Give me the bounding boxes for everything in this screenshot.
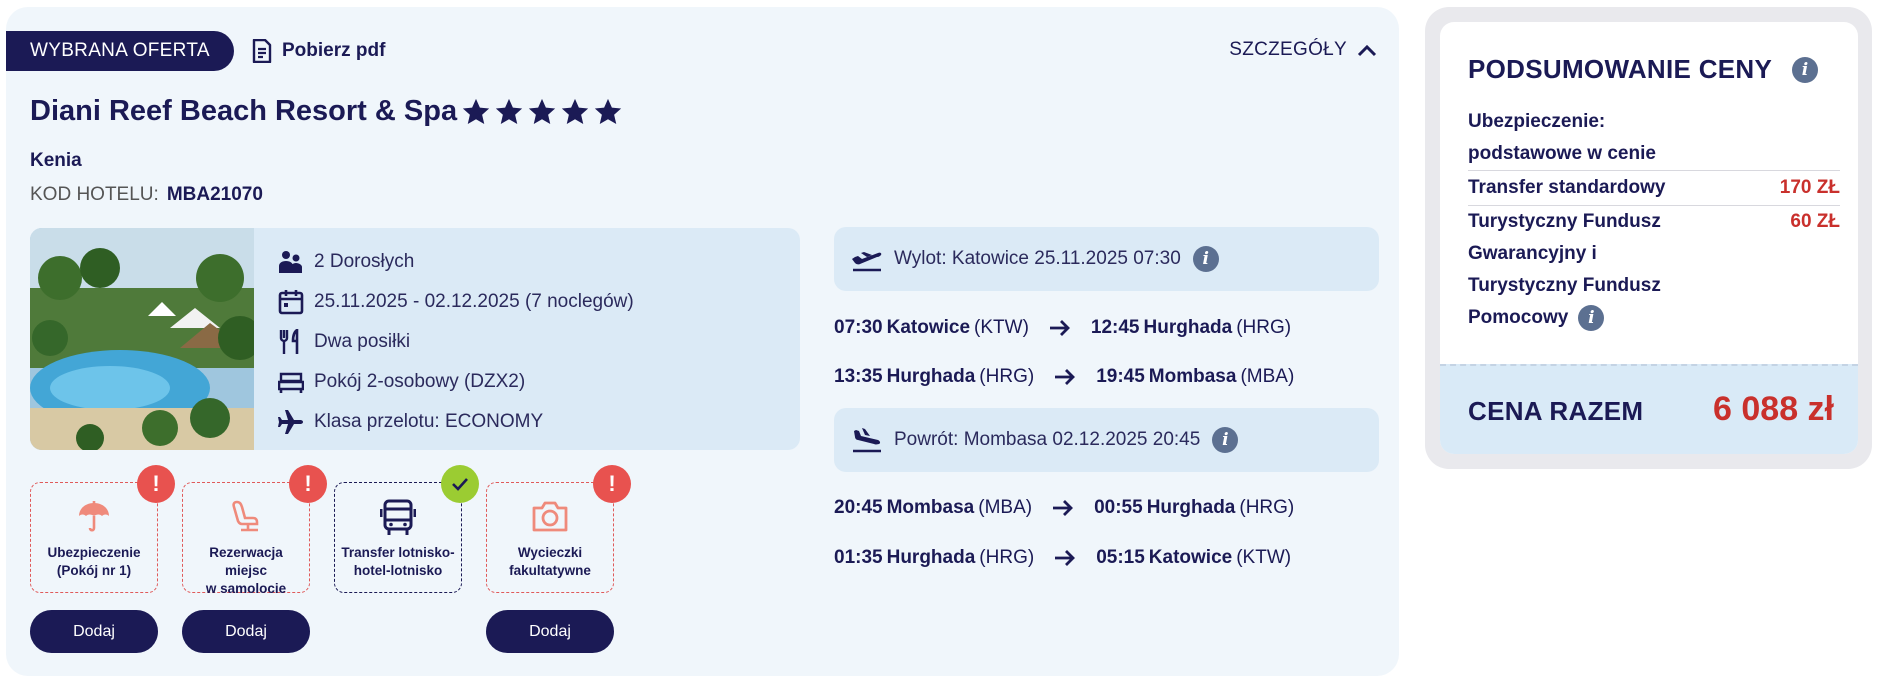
divider — [1468, 170, 1840, 171]
selected-offer-tag: WYBRANA OFERTA — [6, 31, 234, 71]
return-leg-2: 01:35 Hurghada (HRG) 05:15 Katowice (KTW) — [834, 547, 1292, 568]
seat-icon — [232, 500, 259, 532]
add-seat-reservation-button[interactable]: Dodaj — [182, 610, 310, 653]
info-icon[interactable]: i — [1578, 305, 1605, 331]
arrow-right-icon — [1049, 319, 1071, 337]
room-row: Pokój 2-osobowy (DZX2) — [278, 362, 634, 402]
arrow-right-icon — [1052, 499, 1074, 517]
fund-row: Turystyczny Fundusz Gwarancyjny i Turystyc… — [1468, 206, 1840, 334]
star-icon — [594, 98, 622, 124]
return-header-text: Powrót: Mombasa 02.12.2025 20:45 — [894, 429, 1201, 450]
check-badge-icon — [441, 465, 479, 503]
plane-takeoff-icon — [852, 252, 882, 272]
board-text: Dwa posiłki — [314, 331, 411, 352]
outbound-header-text: Wylot: Katowice 25.11.2025 07:30 — [894, 248, 1181, 269]
star-icon — [528, 98, 556, 124]
dates-row: 25.11.2025 - 02.12.2025 (7 noclegów) — [278, 282, 634, 322]
hotel-code: KOD HOTELU: MBA21070 — [30, 184, 263, 206]
star-icon — [495, 98, 523, 124]
transfer-price: 170 ZŁ — [1779, 177, 1840, 198]
hotel-code-label: KOD HOTELU: — [30, 184, 159, 205]
download-pdf-button[interactable]: Pobierz pdf — [252, 39, 385, 63]
arrow-right-icon — [1054, 549, 1076, 567]
addon-insurance[interactable]: Ubezpieczenie (Pokój nr 1) ! — [30, 465, 175, 593]
travelers-row: 2 Dorosłych — [278, 242, 634, 282]
outbound-leg-1: 07:30 Katowice (KTW) 12:45 Hurghada (HRG) — [834, 317, 1292, 338]
addon-transfer-label: Transfer lotnisko-hotel-lotnisko — [341, 545, 455, 578]
hotel-photo[interactable] — [30, 228, 254, 450]
insurance-row: Ubezpieczenie: podstawowe w cenie — [1468, 111, 1656, 164]
room-text: Pokój 2-osobowy (DZX2) — [314, 371, 526, 392]
hotel-country: Kenia — [30, 150, 82, 171]
camera-icon — [532, 501, 568, 532]
details-label: SZCZEGÓŁY — [1229, 39, 1347, 60]
offer-info-list: 2 Dorosłych 25.11.2025 - 02.12.2025 (7 n… — [278, 242, 634, 442]
hotel-code-value: MBA21070 — [166, 184, 263, 205]
bed-icon — [278, 372, 304, 393]
hotel-title: Diani Reef Beach Resort & Spa — [30, 95, 623, 128]
offer-info-box: 2 Dorosłych 25.11.2025 - 02.12.2025 (7 n… — [30, 228, 800, 450]
transfer-row: Transfer standardowy 170 ZŁ — [1468, 172, 1840, 204]
hotel-stars — [461, 97, 623, 127]
travelers-text: 2 Dorosłych — [314, 251, 415, 272]
fork-knife-icon — [279, 329, 299, 354]
price-summary-card: PODSUMOWANIE CENY i Ubezpieczenie: podsta… — [1440, 22, 1858, 454]
chevron-up-icon — [1357, 44, 1377, 57]
bus-icon — [380, 499, 416, 535]
flight-class-text: Klasa przelotu: ECONOMY — [314, 411, 544, 432]
add-excursions-button[interactable]: Dodaj — [486, 610, 614, 653]
info-icon[interactable]: i — [1192, 246, 1219, 272]
total-value: 6 088 zł — [1713, 390, 1834, 428]
people-icon — [279, 251, 302, 273]
addon-seat-reservation[interactable]: Rezerwacja miejsc w samolocie ! — [182, 465, 327, 596]
info-icon[interactable]: i — [1792, 56, 1819, 83]
calendar-icon — [278, 290, 304, 315]
outbound-leg-2: 13:35 Hurghada (HRG) 19:45 Mombasa (MBA) — [834, 366, 1295, 387]
document-icon — [252, 39, 272, 63]
return-leg-1: 20:45 Mombasa (MBA) 00:55 Hurghada (HRG) — [834, 497, 1295, 518]
outbound-flight-header: Wylot: Katowice 25.11.2025 07:30 i — [834, 227, 1379, 291]
addon-transfer[interactable]: Transfer lotnisko-hotel-lotnisko — [334, 465, 479, 593]
info-icon[interactable]: i — [1212, 427, 1239, 453]
fund-price: 60 ZŁ — [1790, 211, 1840, 232]
addon-excursions-label: Wycieczki fakultatywne — [509, 545, 591, 578]
plane-icon — [278, 410, 303, 434]
dates-text: 25.11.2025 - 02.12.2025 (7 noclegów) — [314, 291, 634, 312]
board-row: Dwa posiłki — [278, 322, 634, 362]
flight-class-row: Klasa przelotu: ECONOMY — [278, 402, 634, 442]
total-price-box: CENA RAZEM 6 088 zł — [1440, 364, 1858, 454]
plane-landing-icon — [853, 428, 881, 453]
return-flight-header: Powrót: Mombasa 02.12.2025 20:45 i — [834, 408, 1379, 472]
details-toggle[interactable]: SZCZEGÓŁY — [1229, 39, 1377, 61]
addon-excursions[interactable]: Wycieczki fakultatywne ! — [486, 465, 631, 593]
offer-card: WYBRANA OFERTA Pobierz pdf SZCZEGÓŁY Dia… — [6, 7, 1399, 676]
addon-seat-label: Rezerwacja miejsc w samolocie — [205, 545, 287, 596]
warning-badge-icon: ! — [593, 465, 631, 503]
hotel-name: Diani Reef Beach Resort & Spa — [30, 95, 458, 127]
warning-badge-icon: ! — [137, 465, 175, 503]
warning-badge-icon: ! — [289, 465, 327, 503]
star-icon — [462, 98, 490, 124]
umbrella-icon — [79, 501, 109, 532]
add-insurance-button[interactable]: Dodaj — [30, 610, 158, 653]
price-summary-title: PODSUMOWANIE CENY i — [1468, 54, 1819, 85]
star-icon — [561, 98, 589, 124]
addon-insurance-label: Ubezpieczenie (Pokój nr 1) — [47, 545, 141, 578]
download-pdf-label: Pobierz pdf — [282, 40, 386, 61]
arrow-right-icon — [1054, 368, 1076, 386]
total-label: CENA RAZEM — [1468, 396, 1644, 426]
transfer-label: Transfer standardowy — [1468, 177, 1666, 198]
